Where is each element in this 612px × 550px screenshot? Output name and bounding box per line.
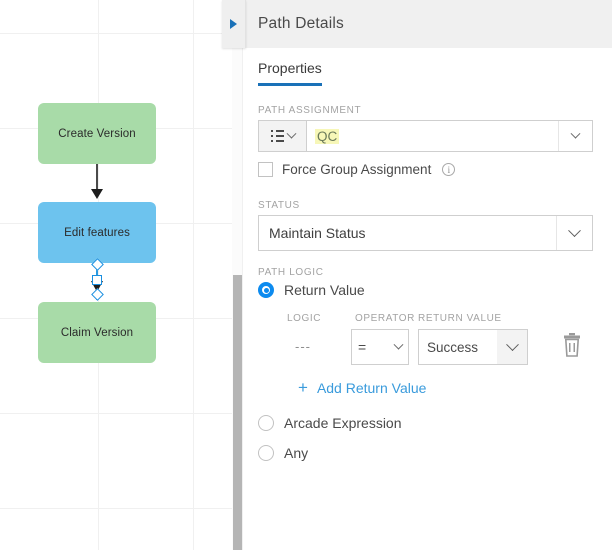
logic-cell-value: --- [295,339,311,354]
chevron-down-icon [570,128,581,139]
return-value-select[interactable]: Success [418,329,528,365]
operator-select[interactable]: = [351,329,409,365]
tab-bar: Properties [258,60,322,86]
chevron-down-icon [568,223,581,237]
radio-icon-selected [258,282,274,298]
column-header-logic: LOGIC [287,313,322,324]
path-assignment-control[interactable]: QC [258,120,593,152]
status-dropdown-button[interactable] [556,216,592,250]
path-assignment-label: PATH ASSIGNMENT [258,105,362,116]
panel-header: Path Details [233,0,612,48]
radio-label: Any [284,445,309,461]
radio-icon [258,415,274,431]
tab-properties[interactable]: Properties [258,60,322,86]
radio-label: Return Value [284,282,365,298]
node-label: Claim Version [60,326,134,339]
operator-value: = [358,339,367,355]
status-label: STATUS [258,200,300,211]
column-header-operator: OPERATOR [355,313,415,324]
connector-handle-middle[interactable] [92,275,102,285]
chevron-down-icon [505,337,519,351]
node-label: Create Version [58,127,136,140]
grid-line-horizontal [0,33,232,34]
chevron-down-icon [393,339,404,350]
workflow-node-create-version[interactable]: Create Version [38,103,156,164]
workflow-node-claim-version[interactable]: Claim Version [38,302,156,363]
radio-label: Arcade Expression [284,415,402,431]
path-assignment-value: QC [315,128,340,144]
panel-body: Properties PATH ASSIGNMENT QC Force Grou… [233,48,612,550]
force-group-assignment-checkbox[interactable] [258,162,273,177]
panel-collapse-button[interactable] [222,0,246,48]
column-header-return-value: RETURN VALUE [418,313,502,324]
triangle-right-icon [230,19,237,29]
status-select[interactable]: Maintain Status [258,215,593,251]
plus-icon: + [298,378,308,397]
path-logic-label: PATH LOGIC [258,267,324,278]
chevron-down-icon [286,128,296,139]
force-group-assignment-label: Force Group Assignment [282,162,432,177]
status-value: Maintain Status [269,225,366,241]
path-assignment-dropdown-button[interactable] [558,121,592,151]
path-assignment-input[interactable]: QC [307,121,558,151]
path-details-panel: Path Details Properties PATH ASSIGNMENT [232,0,612,550]
panel-scrollbar-thumb[interactable] [233,275,242,550]
node-label: Edit features [64,226,130,239]
grid-line-horizontal [0,508,232,509]
radio-icon [258,445,274,461]
grid-line-horizontal [0,413,232,414]
assignment-type-button[interactable] [259,121,307,151]
delete-return-value-button[interactable] [559,330,585,360]
grid-line-vertical [193,0,194,550]
workflow-node-edit-features[interactable]: Edit features [38,202,156,263]
connector-create-to-edit[interactable] [96,164,98,192]
trash-icon [564,333,580,357]
return-value-value: Success [427,339,479,355]
list-icon [270,129,284,143]
application-window: Create Version Edit features Claim Versi… [0,0,612,550]
radio-any[interactable]: Any [258,445,308,461]
radio-return-value[interactable]: Return Value [258,282,365,298]
workflow-canvas[interactable]: Create Version Edit features Claim Versi… [0,0,232,550]
add-return-value-label: Add Return Value [316,379,427,396]
force-group-assignment-row[interactable]: Force Group Assignment i [258,162,456,177]
page-title: Path Details [258,15,344,32]
return-value-dropdown-button[interactable] [497,330,527,364]
add-return-value-button[interactable]: + Add Return Value [298,379,426,396]
connector-arrowhead [91,189,103,199]
radio-arcade-expression[interactable]: Arcade Expression [258,415,402,431]
info-icon[interactable]: i [442,163,456,176]
